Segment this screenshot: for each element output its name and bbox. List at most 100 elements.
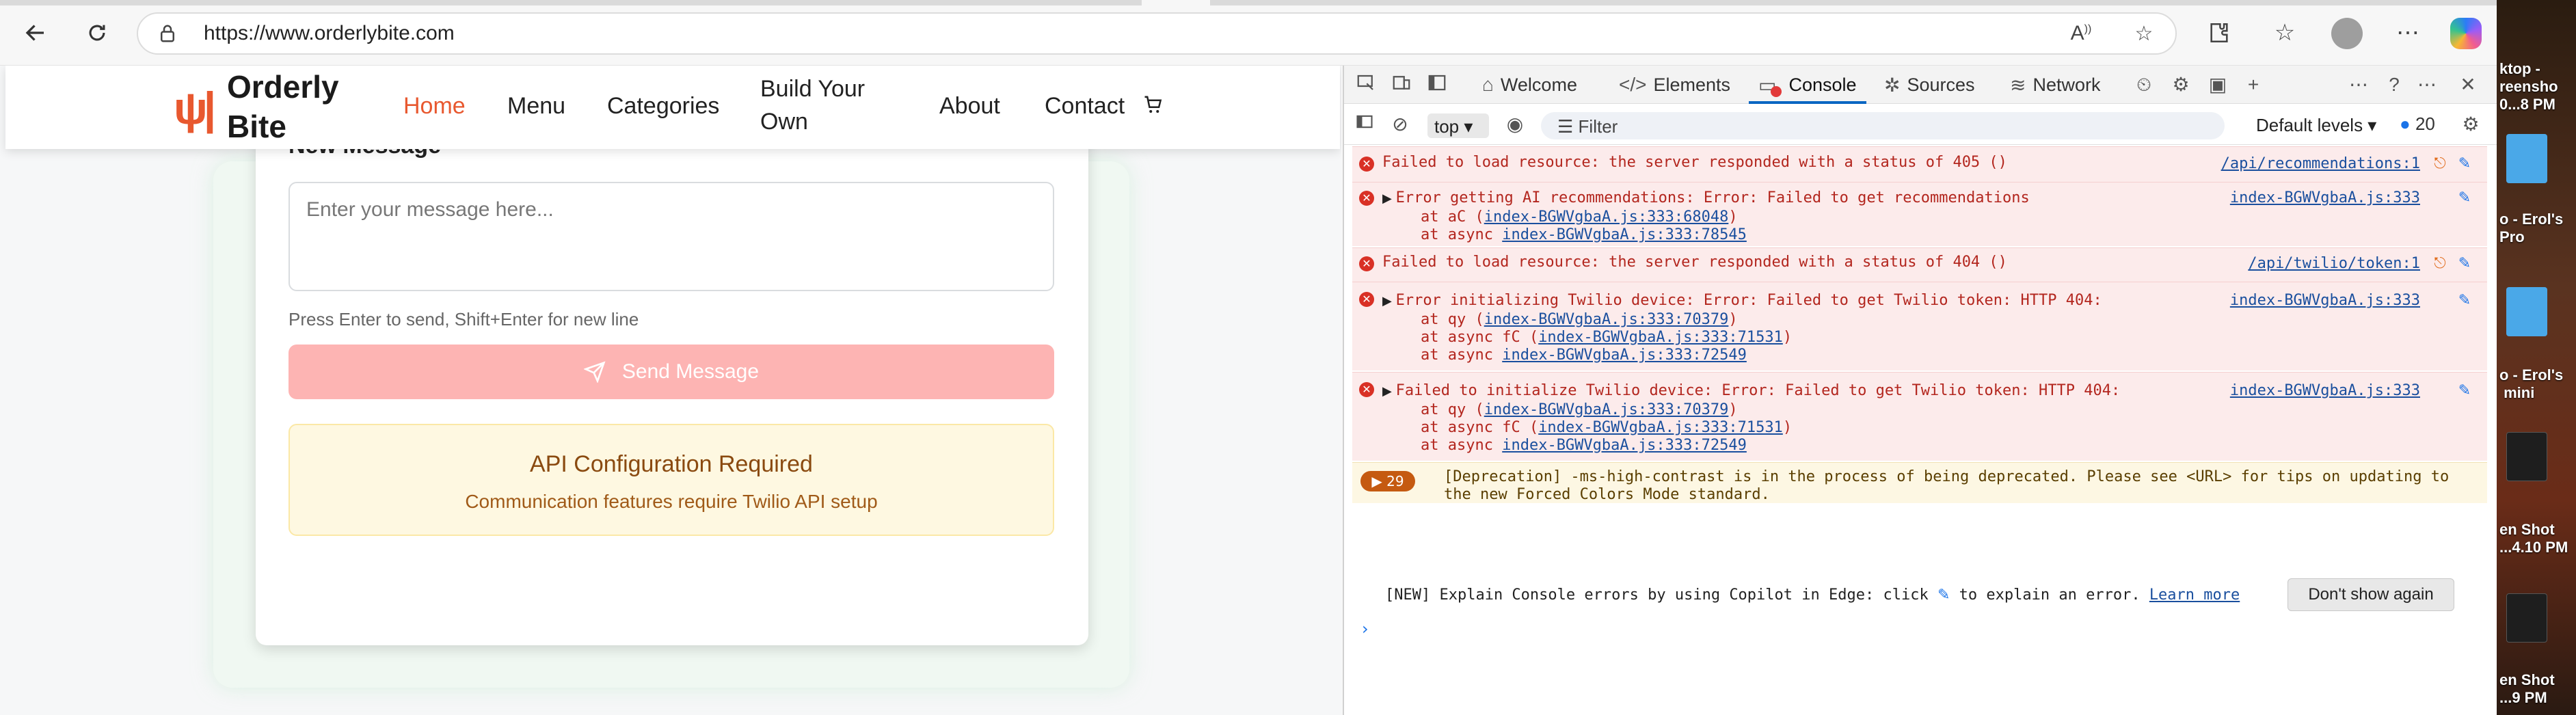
live-expression-eye-icon[interactable]: ◉ xyxy=(1503,112,1527,137)
address-bar[interactable]: https://www.orderlybite.com A)) ☆ xyxy=(137,12,2177,55)
back-arrow-icon[interactable] xyxy=(18,15,53,51)
expand-triangle-icon[interactable]: ▶ xyxy=(1382,294,1396,308)
log-source-link[interactable]: /api/twilio/token:1 xyxy=(2248,255,2420,272)
tab-sources[interactable]: ✲ Sources xyxy=(1884,66,1975,104)
console-error-entry[interactable]: ✕ ▶ Error initializing Twilio device: Er… xyxy=(1352,282,2487,370)
desktop-file-label[interactable]: en Shot ...4.10 PM xyxy=(2499,521,2568,556)
stack-link[interactable]: index-BGWVgbaA.js:333:71531 xyxy=(1538,329,1783,346)
console-error-entry[interactable]: ✕ ▶ Failed to initialize Twilio device: … xyxy=(1352,372,2487,461)
favorites-list-icon[interactable]: ☆ xyxy=(2267,15,2303,51)
stack-link[interactable]: index-BGWVgbaA.js:333:70379 xyxy=(1484,311,1729,328)
cart-icon[interactable] xyxy=(1143,94,1164,115)
tab-elements[interactable]: </> Elements xyxy=(1619,66,1730,104)
sidebar-toggle-icon[interactable] xyxy=(1425,72,1449,97)
copilot-icon[interactable] xyxy=(2450,18,2482,49)
desktop-file-thumbnail[interactable] xyxy=(2506,593,2547,643)
stack-frame: at async index-BGWVgbaA.js:333:78545 xyxy=(1421,226,1747,243)
stack-link[interactable]: index-BGWVgbaA.js:333:72549 xyxy=(1502,347,1747,364)
message-input[interactable] xyxy=(289,182,1054,291)
network-request-icon[interactable]: ⎋ xyxy=(2431,155,2449,173)
console-filter-input[interactable]: ☰ Filter xyxy=(1541,112,2225,139)
nav-contact[interactable]: Contact xyxy=(1045,93,1125,120)
console-error-entry[interactable]: ✕ Failed to load resource: the server re… xyxy=(1352,247,2487,282)
nav-home[interactable]: Home xyxy=(403,93,466,120)
extensions-icon[interactable] xyxy=(2201,15,2237,51)
read-aloud-icon[interactable]: A)) xyxy=(2069,22,2093,46)
message-count-badge[interactable]: ● 20 xyxy=(2400,113,2435,135)
url-text[interactable]: https://www.orderlybite.com xyxy=(204,22,455,45)
log-message: Failed to initialize Twilio device: Erro… xyxy=(1395,382,2121,399)
stack-link[interactable]: index-BGWVgbaA.js:333:70379 xyxy=(1484,401,1729,418)
console-error-entry[interactable]: ✕ Failed to load resource: the server re… xyxy=(1352,146,2487,182)
send-message-button[interactable]: Send Message xyxy=(289,345,1054,399)
desktop-file-label[interactable]: o - Erol's mini xyxy=(2499,366,2563,402)
copilot-explain-icon[interactable]: ✎ xyxy=(2456,155,2473,173)
desktop-file-label[interactable]: en Shot ...9 PM xyxy=(2499,671,2555,707)
log-message: Error getting AI recommendations: Error:… xyxy=(1395,189,2030,206)
clear-console-icon[interactable]: ⊘ xyxy=(1388,112,1412,137)
learn-more-link[interactable]: Learn more xyxy=(2149,586,2240,604)
send-icon xyxy=(583,361,606,383)
nav-build-your-own[interactable]: Build Your Own xyxy=(760,72,897,138)
log-source-link[interactable]: index-BGWVgbaA.js:333 xyxy=(2230,382,2420,399)
close-devtools-icon[interactable]: ✕ xyxy=(2456,72,2480,97)
help-icon[interactable]: ? xyxy=(2382,72,2406,97)
log-source-link[interactable]: index-BGWVgbaA.js:333 xyxy=(2230,189,2420,206)
console-error-entry[interactable]: ✕ ▶ Error getting AI recommendations: Er… xyxy=(1352,182,2487,246)
log-source-link[interactable]: /api/recommendations:1 xyxy=(2221,155,2420,172)
stack-frame: at aC (index-BGWVgbaA.js:333:68048) xyxy=(1421,208,1738,226)
favorite-star-icon[interactable]: ☆ xyxy=(2132,22,2156,46)
stack-frame: at qy (index-BGWVgbaA.js:333:70379) xyxy=(1421,401,1738,418)
expand-triangle-icon[interactable]: ▶ xyxy=(1382,384,1396,399)
desktop-file-thumbnail[interactable] xyxy=(2506,134,2547,183)
log-message: Failed to load resource: the server resp… xyxy=(1382,254,2007,271)
stack-frame: at async fC (index-BGWVgbaA.js:333:71531… xyxy=(1421,419,1792,436)
desktop-file-label[interactable]: ktop - reensho 0...8 PM xyxy=(2499,60,2558,113)
device-emulation-icon[interactable] xyxy=(1389,72,1414,97)
stack-link[interactable]: index-BGWVgbaA.js:333:72549 xyxy=(1502,437,1747,454)
log-levels-dropdown[interactable]: Default levels ▾ xyxy=(2256,115,2376,136)
code-icon: </> xyxy=(1619,74,1647,95)
dont-show-again-button[interactable]: Don't show again xyxy=(2287,578,2454,611)
log-source-link[interactable]: index-BGWVgbaA.js:333 xyxy=(2230,292,2420,309)
stack-suffix: ) xyxy=(1782,329,1793,346)
desktop-file-thumbnail[interactable] xyxy=(2506,287,2547,336)
desktop-file-thumbnail[interactable] xyxy=(2506,432,2547,481)
site-logo-text[interactable]: Orderly Bite xyxy=(227,67,364,146)
inspect-icon[interactable] xyxy=(1354,72,1378,97)
profile-avatar[interactable] xyxy=(2331,18,2363,49)
nav-categories[interactable]: Categories xyxy=(607,93,719,120)
refresh-icon[interactable] xyxy=(79,15,115,51)
more-menu-icon[interactable]: ⋯ xyxy=(2390,15,2426,51)
copilot-explain-icon[interactable]: ✎ xyxy=(2456,189,2473,207)
console-warning-entry[interactable]: ▶ 29 [Deprecation] -ms-high-contrast is … xyxy=(1352,462,2487,503)
console-sidebar-icon[interactable] xyxy=(1352,112,1377,137)
desktop-file-label[interactable]: o - Erol's Pro xyxy=(2499,211,2563,246)
stack-link[interactable]: index-BGWVgbaA.js:333:78545 xyxy=(1502,226,1747,243)
tab-welcome[interactable]: ⌂ Welcome xyxy=(1482,66,1577,104)
nav-menu[interactable]: Menu xyxy=(507,93,565,120)
more-tools-icon[interactable]: ⋯ xyxy=(2346,72,2371,97)
add-tool-icon[interactable]: + xyxy=(2241,72,2266,97)
tab-network[interactable]: ≋ Network xyxy=(2010,66,2101,104)
dock-side-icon[interactable]: ⋯ xyxy=(2415,72,2439,97)
stack-link[interactable]: index-BGWVgbaA.js:333:71531 xyxy=(1538,419,1783,436)
copilot-explain-icon[interactable]: ✎ xyxy=(2456,382,2473,400)
expand-triangle-icon[interactable]: ▶ xyxy=(1382,191,1396,206)
application-panel-icon[interactable]: ▣ xyxy=(2205,72,2230,97)
site-info-icon[interactable] xyxy=(157,23,180,46)
console-prompt-caret-icon[interactable]: › xyxy=(1362,619,1369,638)
error-icon: ✕ xyxy=(1359,191,1374,206)
context-selector[interactable]: top ▾ xyxy=(1427,113,1489,138)
nav-about[interactable]: About xyxy=(939,93,1000,120)
copilot-explain-icon[interactable]: ✎ xyxy=(2456,292,2473,310)
console-settings-icon[interactable]: ⚙ xyxy=(2458,112,2483,137)
settings-gear-icon[interactable]: ⚙ xyxy=(2169,72,2193,97)
stack-link[interactable]: index-BGWVgbaA.js:333:68048 xyxy=(1484,208,1729,226)
error-icon: ✕ xyxy=(1359,157,1374,172)
performance-icon[interactable]: ⏲ xyxy=(2132,72,2156,97)
copilot-explain-icon[interactable]: ✎ xyxy=(2456,255,2473,273)
network-request-icon[interactable]: ⎋ xyxy=(2431,255,2449,273)
fork-knife-logo-icon[interactable]: ψ| xyxy=(174,82,216,134)
tab-console[interactable]: ▭ Console xyxy=(1749,66,1866,104)
